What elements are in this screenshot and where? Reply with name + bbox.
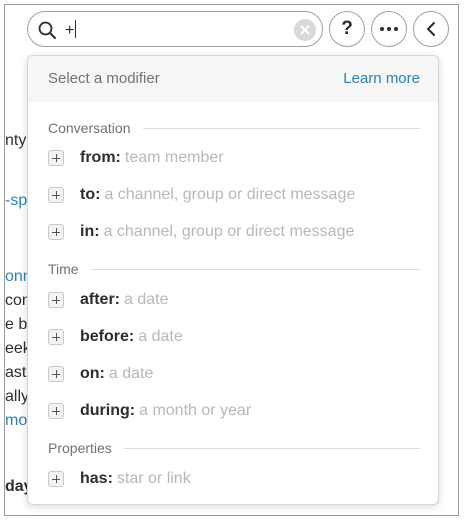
clear-icon[interactable] <box>294 19 316 41</box>
chevron-left-icon <box>427 22 435 36</box>
back-button[interactable] <box>413 11 449 47</box>
modifier-during[interactable]: during: a month or year <box>48 399 420 423</box>
section-label: Properties <box>48 440 124 456</box>
modifier-keyword: during: <box>80 402 136 419</box>
modifier-hint: star or link <box>116 470 191 487</box>
search-input[interactable]: + <box>27 11 323 47</box>
plus-icon <box>48 224 64 240</box>
text-caret <box>75 20 77 38</box>
background-link[interactable]: mo <box>5 411 27 431</box>
plus-icon <box>48 471 64 487</box>
modifier-keyword: to: <box>80 186 101 203</box>
modifier-keyword: in: <box>80 223 100 240</box>
section-properties: Properties <box>48 440 420 456</box>
section-time: Time <box>48 261 420 277</box>
background-text: ast <box>5 364 27 381</box>
more-button[interactable] <box>371 11 407 47</box>
plus-icon <box>48 292 64 308</box>
modifier-keyword: from: <box>80 149 121 166</box>
dropdown-header: Select a modifier Learn more <box>28 56 438 102</box>
app-window: nty -sp onn con e b eek ast ally mo day … <box>4 4 459 516</box>
more-icon <box>380 27 398 31</box>
background-text: e b <box>5 316 28 333</box>
modifier-on[interactable]: on: a date <box>48 362 420 386</box>
section-conversation: Conversation <box>48 120 420 136</box>
plus-icon <box>48 150 64 166</box>
section-divider <box>48 269 420 270</box>
modifier-has[interactable]: has: star or link <box>48 467 420 491</box>
background-text: ally <box>5 388 30 405</box>
modifier-before[interactable]: before: a date <box>48 325 420 349</box>
modifier-keyword: has: <box>80 470 113 487</box>
modifier-hint: a channel, group or direct message <box>103 223 355 240</box>
modifier-hint: a month or year <box>139 402 252 419</box>
help-button[interactable]: ? <box>329 11 365 47</box>
learn-more-link[interactable]: Learn more <box>343 70 420 87</box>
modifier-hint: a date <box>138 328 183 345</box>
modifier-keyword: before: <box>80 328 135 345</box>
background-link[interactable]: -sp <box>5 191 27 211</box>
modifier-in[interactable]: in: a channel, group or direct message <box>48 220 420 244</box>
help-icon: ? <box>341 18 353 39</box>
modifier-to[interactable]: to: a channel, group or direct message <box>48 183 420 207</box>
background-text: nty <box>5 132 27 149</box>
modifier-hint: a channel, group or direct message <box>104 186 356 203</box>
section-label: Time <box>48 261 91 277</box>
dropdown-title: Select a modifier <box>48 70 160 87</box>
modifier-hint: team member <box>124 149 224 166</box>
modifier-hint: a date <box>124 291 169 308</box>
modifier-keyword: on: <box>80 365 105 382</box>
modifier-keyword: after: <box>80 291 121 308</box>
modifier-hint: a date <box>108 365 154 382</box>
modifier-dropdown: Select a modifier Learn more Conversatio… <box>27 55 439 505</box>
plus-icon <box>48 366 64 382</box>
search-icon <box>38 21 56 39</box>
plus-icon <box>48 329 64 345</box>
modifier-after[interactable]: after: a date <box>48 288 420 312</box>
plus-icon <box>48 403 64 419</box>
modifier-from[interactable]: from: team member <box>48 146 420 170</box>
plus-icon <box>48 187 64 203</box>
search-query[interactable]: + <box>65 20 77 41</box>
section-label: Conversation <box>48 120 143 136</box>
